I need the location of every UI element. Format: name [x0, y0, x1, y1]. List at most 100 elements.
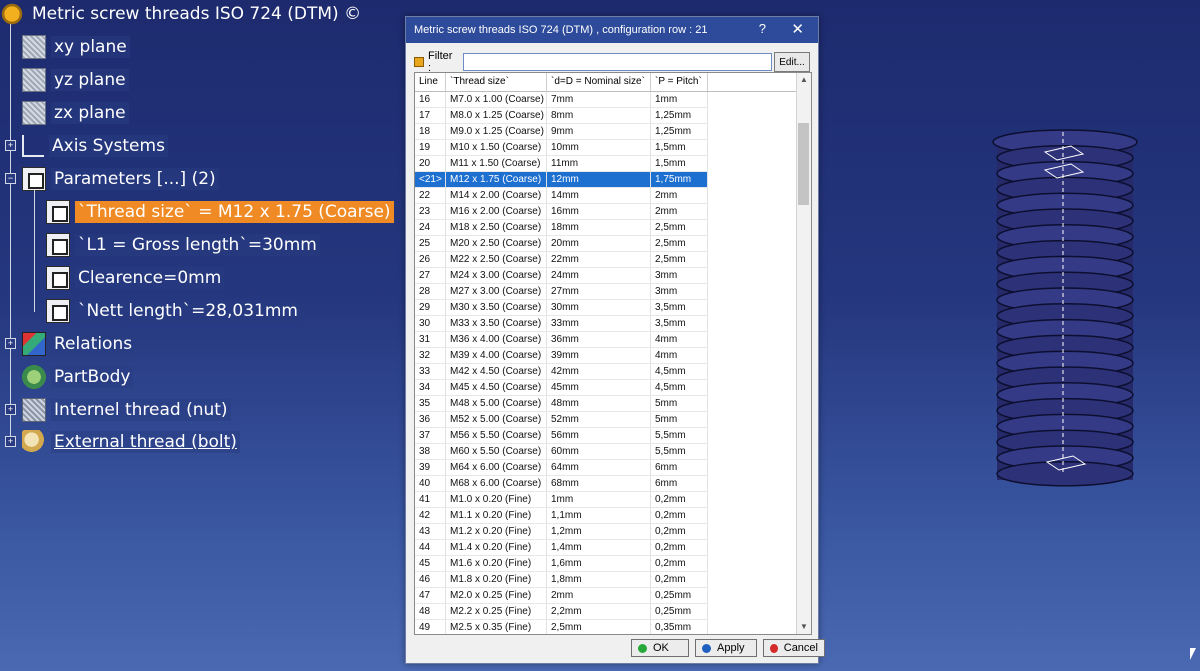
table-row[interactable]: 45 M1.6 x 0.20 (Fine) 1,6mm 0,2mm [415, 556, 811, 572]
tree-param-gross-length[interactable]: `L1 = Gross length`=30mm [46, 233, 320, 257]
table-row[interactable]: 31 M36 x 4.00 (Coarse) 36mm 4mm [415, 332, 811, 348]
apply-button[interactable]: Apply [695, 639, 757, 657]
tree-item-yz-plane[interactable]: yz plane [22, 68, 129, 92]
cancel-button[interactable]: Cancel [763, 639, 825, 657]
parameter-icon [46, 266, 70, 290]
table-cell: 28 [415, 284, 446, 300]
column-header[interactable]: `d=D = Nominal size` [547, 73, 651, 91]
column-header[interactable]: `Thread size` [446, 73, 547, 91]
specification-tree: Metric screw threads ISO 724 (DTM) © xy … [0, 0, 400, 460]
part-icon [0, 2, 24, 26]
scroll-thumb[interactable] [798, 123, 809, 205]
table-row[interactable]: 23 M16 x 2.00 (Coarse) 16mm 2mm [415, 204, 811, 220]
table-cell: 4,5mm [651, 380, 708, 396]
table-row[interactable]: 39 M64 x 6.00 (Coarse) 64mm 6mm [415, 460, 811, 476]
table-cell: 40 [415, 476, 446, 492]
table-cell: 8mm [547, 108, 651, 124]
tree-item-external-thread[interactable]: External thread (bolt) [22, 430, 240, 454]
table-cell: 16 [415, 92, 446, 108]
table-row[interactable]: 36 M52 x 5.00 (Coarse) 52mm 5mm [415, 412, 811, 428]
table-row[interactable]: 38 M60 x 5.50 (Coarse) 60mm 5,5mm [415, 444, 811, 460]
table-row[interactable]: 44 M1.4 x 0.20 (Fine) 1,4mm 0,2mm [415, 540, 811, 556]
table-row[interactable]: 19 M10 x 1.50 (Coarse) 10mm 1,5mm [415, 140, 811, 156]
table-row[interactable]: 35 M48 x 5.00 (Coarse) 48mm 5mm [415, 396, 811, 412]
scroll-down-icon[interactable]: ▼ [797, 620, 811, 634]
table-row[interactable]: 33 M42 x 4.50 (Coarse) 42mm 4,5mm [415, 364, 811, 380]
tree-item-partbody[interactable]: PartBody [22, 365, 134, 389]
ok-button[interactable]: OK [631, 639, 689, 657]
table-cell: M1.6 x 0.20 (Fine) [446, 556, 547, 572]
column-header[interactable]: `P = Pitch` [651, 73, 708, 91]
table-body: 16 M7.0 x 1.00 (Coarse) 7mm 1mm 17 M8.0 x 1.2… [415, 92, 811, 634]
tree-item-relations[interactable]: Relations [22, 332, 136, 356]
tree-param-thread-size[interactable]: `Thread size` = M12 x 1.75 (Coarse) [46, 200, 394, 224]
filter-input[interactable] [462, 53, 773, 71]
table-row[interactable]: 40 M68 x 6.00 (Coarse) 68mm 6mm [415, 476, 811, 492]
table-row[interactable]: 32 M39 x 4.00 (Coarse) 39mm 4mm [415, 348, 811, 364]
expand-axis-systems-icon[interactable]: + [5, 140, 16, 151]
expand-internal-thread-icon[interactable]: + [5, 404, 16, 415]
table-row[interactable]: 17 M8.0 x 1.25 (Coarse) 8mm 1,25mm [415, 108, 811, 124]
expand-external-thread-icon[interactable]: + [5, 436, 16, 447]
table-cell: 16mm [547, 204, 651, 220]
table-row[interactable]: 25 M20 x 2.50 (Coarse) 20mm 2,5mm [415, 236, 811, 252]
table-row[interactable]: 24 M18 x 2.50 (Coarse) 18mm 2,5mm [415, 220, 811, 236]
table-cell: M1.4 x 0.20 (Fine) [446, 540, 547, 556]
close-button[interactable]: ✕ [791, 20, 804, 38]
table-cell: 26 [415, 252, 446, 268]
table-row[interactable]: 37 M56 x 5.50 (Coarse) 56mm 5,5mm [415, 428, 811, 444]
dialog-title-bar[interactable]: Metric screw threads ISO 724 (DTM) , con… [406, 17, 818, 43]
table-row[interactable]: 42 M1.1 x 0.20 (Fine) 1,1mm 0,2mm [415, 508, 811, 524]
table-row[interactable]: 46 M1.8 x 0.20 (Fine) 1,8mm 0,2mm [415, 572, 811, 588]
body-icon [22, 430, 46, 454]
tree-item-label: Internel thread (nut) [51, 399, 231, 421]
table-row[interactable]: 47 M2.0 x 0.25 (Fine) 2mm 0,25mm [415, 588, 811, 604]
table-cell: M20 x 2.50 (Coarse) [446, 236, 547, 252]
tree-root[interactable]: Metric screw threads ISO 724 (DTM) © [0, 2, 364, 26]
help-button[interactable]: ? [759, 21, 766, 36]
table-row[interactable]: 34 M45 x 4.50 (Coarse) 45mm 4,5mm [415, 380, 811, 396]
table-row[interactable]: 28 M27 x 3.00 (Coarse) 27mm 3mm [415, 284, 811, 300]
tree-param-nett-length[interactable]: `Nett length`=28,031mm [46, 299, 301, 323]
table-row[interactable]: 27 M24 x 3.00 (Coarse) 24mm 3mm [415, 268, 811, 284]
table-row[interactable]: 20 M11 x 1.50 (Coarse) 11mm 1,5mm [415, 156, 811, 172]
table-cell: 0,2mm [651, 492, 708, 508]
table-row[interactable]: 30 M33 x 3.50 (Coarse) 33mm 3,5mm [415, 316, 811, 332]
tree-item-xy-plane[interactable]: xy plane [22, 35, 130, 59]
scroll-up-icon[interactable]: ▲ [797, 73, 811, 87]
tree-item-parameters[interactable]: Parameters [...] (2) [22, 167, 219, 191]
expand-relations-icon[interactable]: + [5, 338, 16, 349]
collapse-parameters-icon[interactable]: − [5, 173, 16, 184]
table-row[interactable]: <21> M12 x 1.75 (Coarse) 12mm 1,75mm [415, 172, 811, 188]
tree-item-axis-systems[interactable]: Axis Systems [22, 134, 168, 158]
table-cell: 60mm [547, 444, 651, 460]
table-row[interactable]: 18 M9.0 x 1.25 (Coarse) 9mm 1,25mm [415, 124, 811, 140]
mouse-cursor-icon [1190, 648, 1196, 660]
table-cell: 20mm [547, 236, 651, 252]
table-row[interactable]: 22 M14 x 2.00 (Coarse) 14mm 2mm [415, 188, 811, 204]
column-header[interactable]: Line [415, 73, 446, 91]
axis-system-icon [22, 135, 44, 157]
table-row[interactable]: 26 M22 x 2.50 (Coarse) 22mm 2,5mm [415, 252, 811, 268]
table-cell: 5mm [651, 412, 708, 428]
tree-item-label: PartBody [51, 366, 134, 388]
table-cell: M68 x 6.00 (Coarse) [446, 476, 547, 492]
threaded-part-3d[interactable] [985, 112, 1145, 502]
cancel-icon [770, 643, 778, 653]
table-cell: 44 [415, 540, 446, 556]
table-row[interactable]: 48 M2.2 x 0.25 (Fine) 2,2mm 0,25mm [415, 604, 811, 620]
tree-item-internal-thread[interactable]: Internel thread (nut) [22, 398, 231, 422]
table-cell: 42 [415, 508, 446, 524]
vertical-scrollbar[interactable]: ▲ ▼ [796, 73, 811, 634]
table-row[interactable]: 16 M7.0 x 1.00 (Coarse) 7mm 1mm [415, 92, 811, 108]
table-row[interactable]: 29 M30 x 3.50 (Coarse) 30mm 3,5mm [415, 300, 811, 316]
table-cell: 0,2mm [651, 540, 708, 556]
table-row[interactable]: 43 M1.2 x 0.20 (Fine) 1,2mm 0,2mm [415, 524, 811, 540]
edit-button[interactable]: Edit... [774, 52, 810, 72]
apply-icon [702, 643, 711, 653]
table-row[interactable]: 49 M2.5 x 0.35 (Fine) 2,5mm 0,35mm [415, 620, 811, 634]
table-row[interactable]: 41 M1.0 x 0.20 (Fine) 1mm 0,2mm [415, 492, 811, 508]
tree-item-zx-plane[interactable]: zx plane [22, 101, 129, 125]
tree-item-label: zx plane [51, 102, 129, 124]
tree-param-clearence[interactable]: Clearence=0mm [46, 266, 225, 290]
